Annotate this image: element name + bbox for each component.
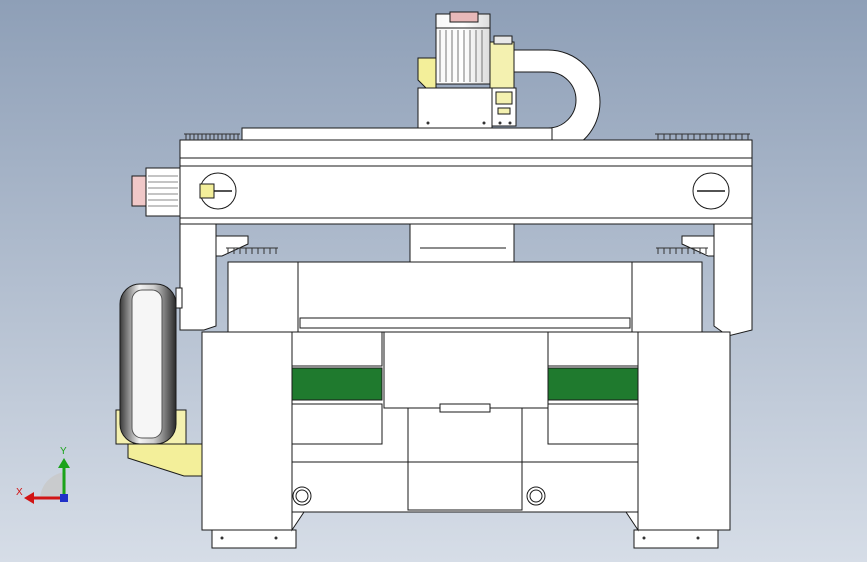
axis-label-x: X: [16, 487, 23, 498]
foot-right: [633, 529, 719, 549]
cad-viewport[interactable]: X Y: [0, 0, 867, 562]
gantry-beam: [179, 157, 753, 225]
motor-bracket: [417, 57, 437, 93]
base-left-block: [201, 331, 293, 531]
gantry-leg-right: [713, 223, 753, 337]
green-panel-left: [291, 367, 383, 401]
foot-left: [211, 529, 297, 549]
green-panel-right: [547, 367, 639, 401]
reel-bracket: [127, 443, 203, 477]
spindle-motor: [435, 11, 491, 85]
axis-label-y: Y: [60, 446, 67, 457]
gearbox: [489, 35, 517, 127]
gantry-top-rail: [179, 139, 753, 159]
y-axis-motor: [131, 167, 181, 217]
coordinate-triad: X Y: [16, 446, 70, 504]
gantry-leg-left: [179, 223, 217, 331]
base-right-block: [637, 331, 731, 531]
z-column: [409, 223, 515, 263]
machine-assembly: [115, 11, 753, 549]
